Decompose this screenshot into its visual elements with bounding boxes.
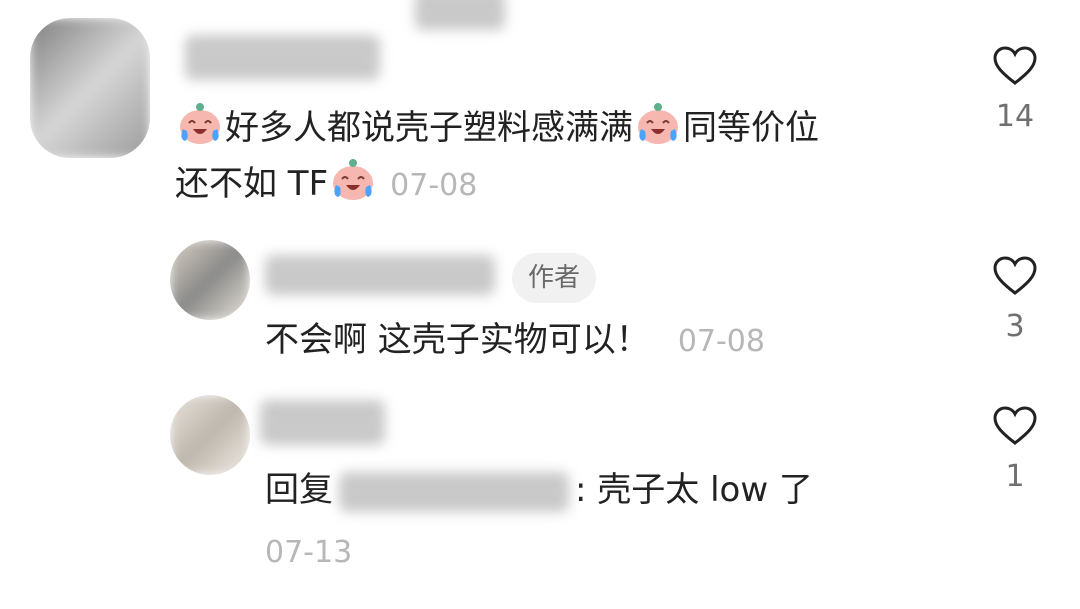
comment-date: 07-13 <box>265 535 353 570</box>
blurred-top-fragment <box>415 0 505 30</box>
reply-prefix: 回复 <box>265 470 333 510</box>
like-count: 14 <box>995 99 1035 134</box>
author-badge: 作者 <box>512 253 597 303</box>
comment-text-content: 不会啊 这壳子实物可以！ <box>265 320 650 360</box>
comment-text: 不会啊 这壳子实物可以！ 07-08 <box>265 312 765 370</box>
username-blurred[interactable] <box>265 255 495 295</box>
like-count: 1 <box>1005 459 1025 494</box>
username-blurred[interactable] <box>185 35 380 80</box>
comment-text: 好多人都说壳子塑料感满满 同等价位 还不如 TF 07-08 <box>175 100 819 214</box>
crying-laughing-emoji-icon <box>333 159 374 200</box>
heart-icon[interactable] <box>992 45 1038 87</box>
comment-text-line2: 还不如 TF <box>175 164 329 204</box>
reply-content: : 壳子太 low 了 <box>575 470 813 510</box>
comment-text-part-b: 同等价位 <box>683 108 819 148</box>
reply-text: 回复 : 壳子太 low 了 <box>265 462 813 518</box>
crying-laughing-emoji-icon <box>180 103 220 144</box>
avatar[interactable] <box>170 395 250 475</box>
like-button[interactable]: 14 <box>985 45 1045 145</box>
username-blurred[interactable] <box>260 400 385 445</box>
comment-text-part-a: 好多人都说壳子塑料感满满 <box>225 108 633 148</box>
comment-date: 07-08 <box>390 168 478 203</box>
crying-laughing-emoji-icon <box>638 103 678 144</box>
comment-date: 07-08 <box>677 324 765 359</box>
avatar[interactable] <box>170 240 250 320</box>
avatar[interactable] <box>30 18 150 158</box>
heart-icon[interactable] <box>992 255 1038 297</box>
mentioned-user-blurred[interactable] <box>339 471 569 512</box>
like-count: 3 <box>1005 309 1025 344</box>
like-button[interactable]: 3 <box>985 255 1045 355</box>
heart-icon[interactable] <box>992 405 1038 447</box>
like-button[interactable]: 1 <box>985 405 1045 505</box>
